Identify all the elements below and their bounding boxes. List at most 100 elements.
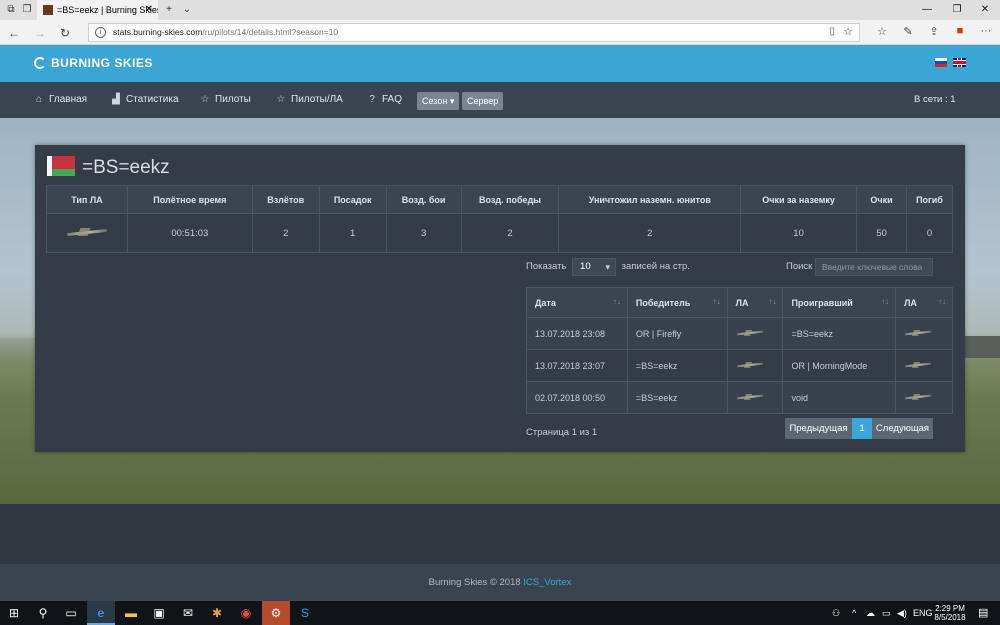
loser-link[interactable]: void — [782, 381, 897, 414]
tab-title: =BS=eekz | Burning Skies — [57, 5, 158, 15]
people-icon[interactable]: ⚇ — [832, 601, 840, 625]
cloud-icon[interactable]: ☁ — [866, 601, 875, 625]
loser-link[interactable]: OR | MorningMode — [782, 349, 897, 382]
author-link[interactable]: ICS_Vortex — [523, 577, 571, 588]
col-deaths: Погиб — [905, 185, 954, 214]
search-icon[interactable]: ⚲ — [29, 601, 57, 625]
col-takeoffs: Взлётов — [251, 185, 320, 214]
tray-chevron-icon[interactable]: ^ — [852, 601, 856, 625]
prev-page-button[interactable]: Предыдущая — [785, 418, 852, 439]
reading-view-icon[interactable]: ▯ — [829, 26, 835, 37]
winner-link[interactable]: OR | Firefly — [626, 317, 728, 350]
tab-list-chevron-icon[interactable]: ⌄ — [180, 3, 194, 17]
col-loser[interactable]: Проигравший ↑↓ — [782, 287, 897, 318]
loser-aircraft[interactable] — [895, 381, 953, 414]
col-loser-aircraft[interactable]: ЛА ↑↓ — [895, 287, 953, 318]
url-field[interactable]: i stats.burning-skies.com/ru/pilots/14/d… — [88, 23, 860, 42]
app-launcher-icon[interactable]: ✱ — [203, 601, 231, 625]
nav-pilots[interactable]: ☆ Пилоты — [199, 82, 251, 118]
page-size-select[interactable]: 10 — [572, 258, 617, 276]
winner-aircraft[interactable] — [726, 349, 784, 382]
aircraft-icon — [904, 393, 932, 401]
aircraft-image[interactable] — [46, 213, 128, 253]
nav-home[interactable]: ⌂ Главная — [33, 82, 87, 118]
tab-preview-icon[interactable]: ❐ — [20, 3, 34, 17]
site-logo[interactable]: BURNING SKIES — [34, 56, 153, 70]
nav-faq[interactable]: ? FAQ — [366, 82, 402, 118]
maximize-icon[interactable]: ❐ — [942, 0, 972, 20]
clock-time: 2:29 PM — [935, 604, 965, 613]
browser-tab[interactable]: =BS=eekz | Burning Skies ✕ — [37, 0, 158, 20]
network-icon[interactable]: ▭ — [882, 601, 891, 625]
store-icon[interactable]: ▣ — [145, 601, 173, 625]
loser-link[interactable]: =BS=eekz — [782, 317, 897, 350]
show-suffix-label: записей на стр. — [621, 261, 690, 272]
task-view-icon[interactable]: ▭ — [57, 601, 85, 625]
winner-link[interactable]: =BS=eekz — [626, 381, 728, 414]
air-victories-value: 2 — [460, 213, 560, 253]
col-winner-aircraft[interactable]: ЛА ↑↓ — [726, 287, 784, 318]
star-icon: ☆ — [276, 94, 286, 105]
russian-flag-icon[interactable] — [935, 58, 947, 67]
window-close-icon[interactable]: ✕ — [970, 0, 1000, 20]
english-flag-icon[interactable] — [953, 58, 966, 67]
nav-pilots-aircraft[interactable]: ☆ Пилоты/ЛА — [275, 82, 343, 118]
air-fights-value: 3 — [385, 213, 462, 253]
col-ground-units: Уничтожил наземн. юнитов — [558, 185, 742, 214]
search-input[interactable] — [815, 258, 933, 276]
office-extension-icon[interactable]: ■ — [952, 25, 968, 37]
windows-start-icon[interactable]: ⊞ — [0, 601, 28, 625]
share-icon[interactable]: ⇪ — [926, 25, 942, 38]
system-clock[interactable]: 2:29 PM 8/5/2018 — [932, 604, 968, 622]
favorite-star-icon[interactable]: ☆ — [843, 25, 853, 38]
favorites-hub-icon[interactable]: ☆ — [874, 25, 890, 38]
winner-aircraft[interactable] — [726, 381, 784, 414]
refresh-icon[interactable]: ↻ — [57, 25, 73, 41]
server-button[interactable]: Сервер — [462, 92, 504, 110]
close-tab-icon[interactable]: ✕ — [145, 0, 153, 20]
url-text: stats.burning-skies.com/ru/pilots/14/det… — [113, 27, 339, 37]
col-points: Очки — [856, 185, 907, 214]
site-info-icon[interactable]: i — [95, 27, 106, 38]
col-date[interactable]: Дата ↑↓ — [526, 287, 628, 318]
browser-tab-bar: ⧉ ❐ =BS=eekz | Burning Skies ✕ + ⌄ — ❐ ✕ — [0, 0, 1000, 20]
input-language[interactable]: ENG — [913, 601, 933, 625]
notifications-icon[interactable]: ▤ — [978, 601, 988, 625]
chrome-icon[interactable]: ◉ — [232, 601, 260, 625]
takeoffs-value: 2 — [251, 213, 320, 253]
winner-link[interactable]: =BS=eekz — [626, 349, 728, 382]
landings-value: 1 — [318, 213, 387, 253]
nav-statistics[interactable]: ▟ Статистика — [110, 82, 178, 118]
footer-text: Burning Skies © 2018 — [428, 577, 521, 588]
forward-icon[interactable]: → — [32, 25, 48, 41]
season-dropdown[interactable]: Сезон ▾ — [417, 92, 460, 110]
mail-icon[interactable]: ✉ — [174, 601, 202, 625]
edge-browser-icon[interactable]: e — [87, 601, 115, 625]
site-header: BURNING SKIES — [0, 45, 1000, 82]
aircraft-icon — [736, 329, 764, 337]
back-icon[interactable]: ← — [6, 25, 22, 41]
table-row: 13.07.2018 23:08 OR | Firefly =BS=eekz — [526, 317, 953, 350]
table-row: 00:51:03 2 1 3 2 2 10 50 0 — [46, 213, 954, 253]
loser-aircraft[interactable] — [895, 317, 953, 350]
home-icon: ⌂ — [35, 94, 43, 105]
loser-aircraft[interactable] — [895, 349, 953, 382]
more-menu-icon[interactable]: ··· — [978, 25, 994, 37]
battle-date: 02.07.2018 00:50 — [526, 381, 628, 414]
aircraft-icon — [904, 361, 932, 369]
minimize-icon[interactable]: — — [912, 0, 942, 20]
winner-aircraft[interactable] — [726, 317, 784, 350]
game-app-icon[interactable]: ⚙ — [262, 601, 290, 625]
show-prefix-label: Показать — [526, 261, 567, 272]
new-tab-icon[interactable]: + — [162, 3, 176, 17]
page-1-button[interactable]: 1 — [852, 418, 872, 439]
page-info: Страница 1 из 1 — [526, 427, 598, 438]
skype-icon[interactable]: S — [291, 601, 319, 625]
web-note-icon[interactable]: ✎ — [900, 25, 916, 38]
file-explorer-icon[interactable]: ▬ — [117, 601, 145, 625]
col-winner[interactable]: Победитель ↑↓ — [626, 287, 728, 318]
tab-actions-icon[interactable]: ⧉ — [4, 3, 18, 17]
volume-icon[interactable]: ◀) — [897, 601, 907, 625]
next-page-button[interactable]: Следующая — [872, 418, 933, 439]
pilot-panel: =BS=eekz Тип ЛА Полётное время Взлётов П… — [35, 145, 965, 452]
